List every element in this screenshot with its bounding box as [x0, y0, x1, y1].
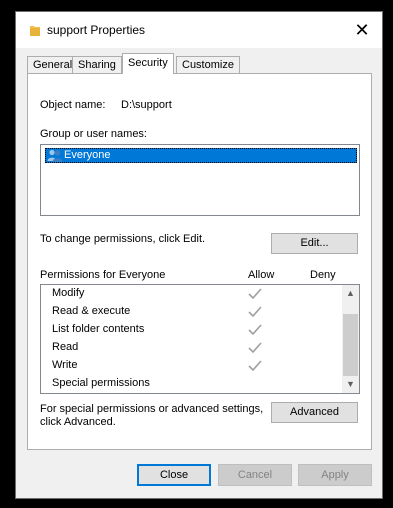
deny-column-header: Deny — [310, 269, 336, 281]
checkmark-icon — [247, 287, 263, 301]
object-name-label: Object name: — [40, 99, 106, 111]
folder-icon — [30, 24, 40, 36]
tab-strip: General Sharing Security Customize — [27, 53, 367, 74]
list-item-label: Everyone — [64, 149, 111, 161]
permission-row-modify: Modify — [52, 285, 84, 303]
title-bar[interactable]: support Properties ✕ — [16, 12, 382, 48]
advanced-hint-line1: For special permissions or advanced sett… — [40, 403, 264, 415]
list-item-everyone[interactable]: Everyone — [45, 148, 357, 163]
permission-name: Read & execute — [52, 305, 131, 317]
permission-row-write: Write — [52, 357, 77, 375]
allow-column-header: Allow — [248, 269, 275, 281]
group-user-list[interactable]: Everyone — [40, 144, 360, 216]
permission-name: List folder contents — [52, 323, 145, 335]
window-title: support Properties — [47, 23, 146, 37]
permissions-label: Permissions for Everyone — [40, 269, 166, 281]
tab-customize[interactable]: Customize — [176, 56, 240, 73]
checkmark-icon — [247, 323, 263, 337]
group-list-label: Group or user names: — [40, 128, 147, 140]
permissions-scrollbar[interactable]: ▲ ▼ — [342, 285, 359, 393]
tab-general[interactable]: General — [27, 56, 79, 73]
object-name-value: D:\support — [121, 99, 172, 111]
permission-row-read-execute: Read & execute — [52, 303, 130, 321]
permissions-list[interactable]: Modify Read & execute List folder conten… — [40, 284, 360, 394]
permission-name: Write — [52, 359, 78, 371]
scroll-down-icon[interactable]: ▼ — [342, 376, 359, 393]
tab-sharing[interactable]: Sharing — [72, 56, 122, 73]
permission-row-read: Read — [52, 339, 78, 357]
close-icon[interactable]: ✕ — [350, 18, 374, 42]
checkmark-icon — [247, 341, 263, 355]
permission-row-special: Special permissions — [52, 375, 150, 393]
advanced-button[interactable]: Advanced — [271, 402, 358, 423]
security-panel: Object name: D:\support Group or user na… — [27, 73, 372, 450]
close-button[interactable]: Close — [137, 464, 211, 486]
properties-dialog: support Properties ✕ General Sharing Sec… — [15, 11, 383, 499]
advanced-hint-line2: click Advanced. — [40, 416, 116, 428]
cancel-button[interactable]: Cancel — [218, 464, 292, 486]
permission-row-list-folder: List folder contents — [52, 321, 144, 339]
tab-security[interactable]: Security — [122, 53, 174, 74]
permission-name: Modify — [52, 287, 85, 299]
permission-name: Read — [52, 341, 79, 353]
checkmark-icon — [247, 305, 263, 319]
checkmark-icon — [247, 359, 263, 373]
edit-button[interactable]: Edit... — [271, 233, 358, 254]
scroll-thumb[interactable] — [343, 314, 358, 376]
change-permissions-hint: To change permissions, click Edit. — [40, 233, 206, 245]
permission-name: Special permissions — [52, 377, 150, 389]
apply-button[interactable]: Apply — [298, 464, 372, 486]
scroll-up-icon[interactable]: ▲ — [342, 285, 359, 302]
users-icon — [47, 149, 63, 162]
